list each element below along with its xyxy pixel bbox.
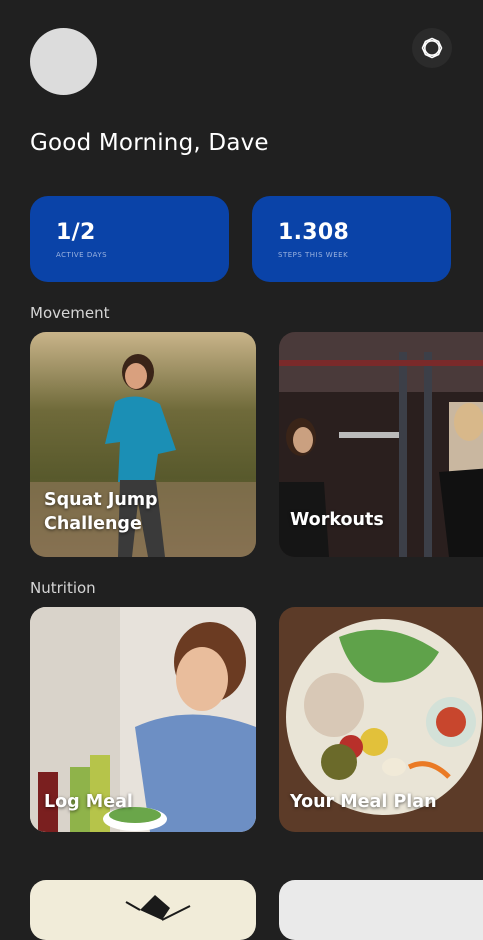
active-days-value: 1/2 (56, 220, 96, 245)
movement-heading: Movement (30, 304, 110, 322)
log-meal-card[interactable]: Log Meal (30, 607, 256, 832)
workouts-label: Workouts (290, 510, 384, 530)
avatar[interactable] (30, 28, 97, 95)
squat-jump-challenge-card[interactable]: Squat Jump Challenge (30, 332, 256, 557)
workouts-card[interactable]: Workouts (279, 332, 483, 557)
squat-jump-label-line2: Challenge (44, 514, 142, 534)
gear-icon (421, 37, 443, 59)
log-meal-label: Log Meal (44, 792, 133, 812)
nutrition-heading: Nutrition (30, 579, 96, 597)
next-card-right[interactable] (279, 880, 483, 940)
steps-label: STEPS THIS WEEK (278, 251, 349, 259)
meal-plan-card[interactable]: Your Meal Plan (279, 607, 483, 832)
squat-jump-label: Squat Jump Challenge (44, 488, 158, 536)
active-days-card[interactable]: 1/2 ACTIVE DAYS (30, 196, 229, 282)
settings-button[interactable] (412, 28, 452, 68)
squat-jump-label-line1: Squat Jump (44, 490, 158, 510)
active-days-label: ACTIVE DAYS (56, 251, 108, 259)
next-card-left-photo (30, 880, 256, 940)
next-card-right-photo (279, 880, 483, 940)
next-card-left[interactable] (30, 880, 256, 940)
steps-card[interactable]: 1.308 STEPS THIS WEEK (252, 196, 451, 282)
meal-plan-label: Your Meal Plan (290, 792, 437, 812)
steps-value: 1.308 (278, 220, 350, 245)
greeting-title: Good Morning, Dave (30, 130, 269, 156)
